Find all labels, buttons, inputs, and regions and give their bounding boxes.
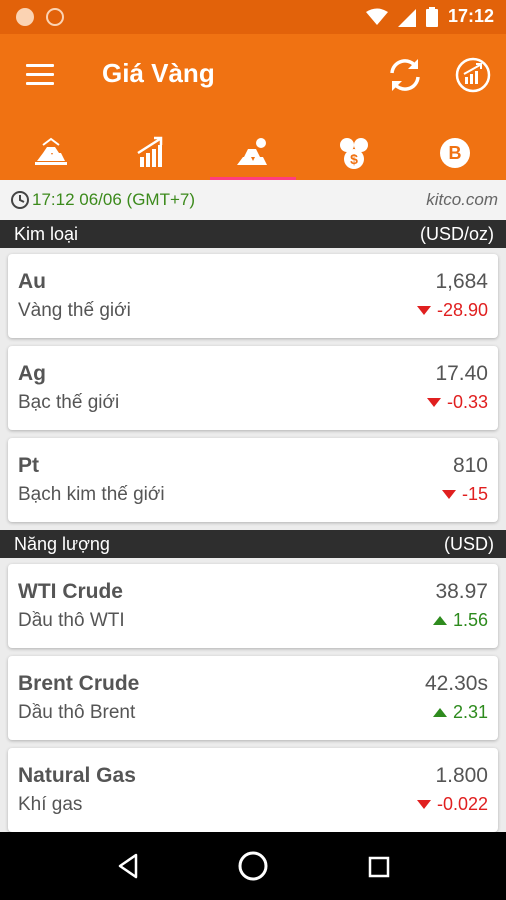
- arrow-down-icon: [426, 398, 441, 407]
- running-icon: [46, 8, 64, 26]
- commodity-price: 17.40: [435, 362, 488, 385]
- tab-bar: $ B: [0, 126, 506, 180]
- system-nav-bar: [0, 832, 506, 900]
- commodity-price: 38.97: [435, 580, 488, 603]
- trend-chart-icon[interactable]: [454, 56, 492, 94]
- price-card-ag[interactable]: Ag Bạc thế giới 17.40 -0.33: [8, 346, 498, 430]
- timestamp-row: 17:12 06/06 (GMT+7) kitco.com: [0, 180, 506, 220]
- arrow-down-icon: [416, 306, 431, 315]
- battery-icon: [425, 6, 438, 27]
- price-change: -0.022: [416, 794, 488, 815]
- recent-apps-icon[interactable]: [368, 856, 390, 878]
- price-change: -28.90: [416, 300, 488, 321]
- section-unit: (USD): [444, 534, 494, 554]
- clock-icon: [11, 191, 29, 209]
- price-card-brent-crude[interactable]: Brent Crude Dầu thô Brent 42.30s 2.31: [8, 656, 498, 740]
- commodity-code: Pt: [18, 454, 39, 477]
- commodity-name: Khí gas: [18, 794, 83, 815]
- currency-exchange-icon: $: [340, 138, 369, 169]
- price-card-wti-crude[interactable]: WTI Crude Dầu thô WTI 38.97 1.56: [8, 564, 498, 648]
- price-card-natural-gas[interactable]: Natural Gas Khí gas 1.800 -0.022: [8, 748, 498, 832]
- change-value: 1.56: [452, 610, 488, 630]
- commodity-name: Dầu thô Brent: [18, 702, 136, 723]
- growth-chart-icon: [137, 136, 163, 167]
- change-value: -15: [461, 484, 488, 504]
- bitcoin-icon: B: [440, 138, 471, 168]
- commodity-name: Bạch kim thế giới: [18, 484, 165, 505]
- commodity-name: Dầu thô WTI: [18, 610, 125, 631]
- section-header-metals: Kim loại (USD/oz): [0, 220, 506, 248]
- commodity-code: Brent Crude: [18, 672, 140, 695]
- wifi-icon: [365, 8, 388, 25]
- app-title: Giá Vàng: [102, 58, 215, 88]
- change-value: -28.90: [436, 300, 488, 320]
- refresh-icon[interactable]: [386, 56, 424, 94]
- arrow-down-icon: [416, 800, 431, 809]
- commodity-name: Bạc thế giới: [18, 392, 120, 413]
- arrow-down-icon: [441, 490, 456, 499]
- svg-text:B: B: [449, 143, 462, 163]
- tab-gold-bars[interactable]: [0, 126, 101, 180]
- change-value: -0.33: [446, 392, 488, 412]
- commodity-price: 810: [452, 454, 488, 477]
- menu-icon[interactable]: [26, 64, 54, 86]
- section-header-energy: Năng lượng (USD): [0, 530, 506, 558]
- data-source[interactable]: kitco.com: [426, 190, 498, 210]
- back-icon[interactable]: [116, 852, 140, 880]
- svg-text:$: $: [350, 151, 358, 167]
- change-value: -0.022: [436, 794, 488, 814]
- commodity-code: Ag: [18, 362, 46, 385]
- section-unit: (USD/oz): [419, 224, 494, 244]
- price-change: -0.33: [426, 392, 488, 413]
- tab-bitcoin[interactable]: B: [405, 126, 506, 180]
- commodity-price: 1.800: [435, 764, 488, 787]
- change-value: 2.31: [452, 702, 488, 722]
- commodity-name: Vàng thế giới: [18, 300, 131, 321]
- section-title: Kim loại: [14, 224, 79, 244]
- price-change: 2.31: [432, 702, 488, 723]
- metal-bars-icon: [237, 138, 267, 165]
- tab-growth-chart[interactable]: [101, 126, 202, 180]
- arrow-up-icon: [432, 708, 447, 717]
- app-bar: Giá Vàng $ B: [0, 34, 506, 180]
- commodity-code: WTI Crude: [18, 580, 123, 603]
- arrow-up-icon: [432, 616, 447, 625]
- price-card-pt[interactable]: Pt Bạch kim thế giới 810 -15: [8, 438, 498, 522]
- home-icon[interactable]: [237, 850, 269, 882]
- price-change: -15: [441, 484, 488, 505]
- signal-icon: [397, 8, 416, 27]
- section-title: Năng lượng: [14, 534, 110, 554]
- update-time: 17:12 06/06 (GMT+7): [32, 190, 196, 209]
- commodity-code: Natural Gas: [18, 764, 136, 787]
- tab-metal-bars[interactable]: [202, 126, 303, 180]
- commodity-price: 42.30s: [424, 672, 488, 695]
- price-change: 1.56: [432, 610, 488, 631]
- status-time: 17:12: [447, 6, 494, 26]
- notification-dot-icon: [16, 8, 34, 26]
- tab-currency[interactable]: $: [304, 126, 405, 180]
- commodity-code: Au: [18, 270, 46, 293]
- status-bar: 17:12: [0, 0, 506, 34]
- commodity-price: 1,684: [435, 270, 488, 293]
- price-card-au[interactable]: Au Vàng thế giới 1,684 -28.90: [8, 254, 498, 338]
- gold-bars-sun-icon: [34, 137, 67, 165]
